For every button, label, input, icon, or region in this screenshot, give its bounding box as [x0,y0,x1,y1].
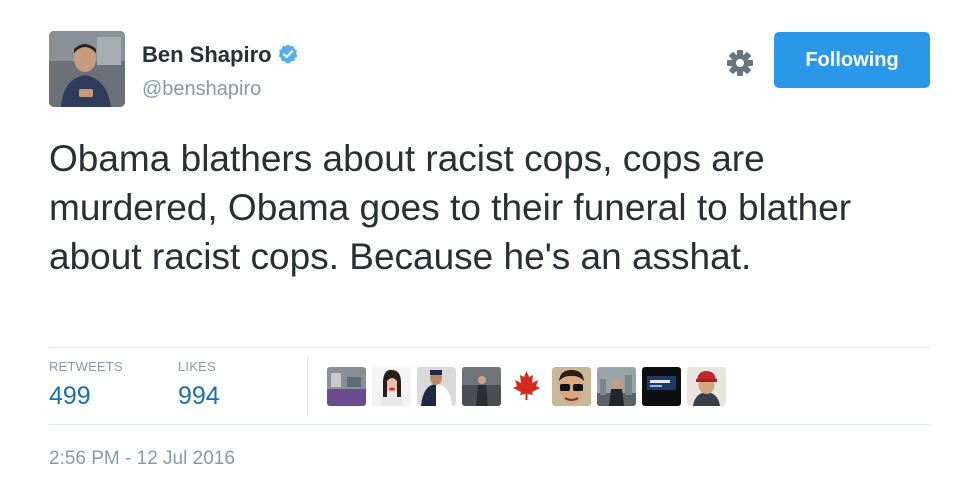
verified-badge-icon [278,44,298,64]
liker-avatar-image [597,367,636,406]
author-avatar-image [49,31,125,107]
liker-avatar[interactable] [462,367,501,406]
author-avatar[interactable] [49,31,125,107]
retweets-count: 499 [49,382,91,410]
tweet-timestamp[interactable]: 2:56 PM - 12 Jul 2016 [49,447,235,471]
author-name[interactable]: Ben Shapiro [142,41,299,69]
retweets-label: RETWEETS [49,359,123,374]
liker-avatar-image [642,367,681,406]
gear-icon[interactable] [724,47,756,79]
author-handle[interactable]: @benshapiro [142,76,261,102]
following-button[interactable]: Following [774,32,930,88]
likes-count: 994 [178,382,220,410]
tweet-text: Obama blathers about racist cops, cops a… [49,138,852,277]
retweets-stat[interactable]: RETWEETS 499 [49,358,123,412]
liker-avatar[interactable] [552,367,591,406]
liker-avatar-image [462,367,501,406]
likers-avatars [327,367,726,406]
stats-divider-top [49,347,930,348]
likes-label: LIKES [178,359,216,374]
liker-avatar[interactable] [642,367,681,406]
liker-avatar-image [552,367,591,406]
liker-avatar[interactable] [327,367,366,406]
liker-avatar-image [372,367,411,406]
liker-avatar-image [687,367,726,406]
stats-separator [307,355,308,417]
stats-divider-bottom [49,424,930,425]
liker-avatar[interactable] [597,367,636,406]
liker-avatar[interactable] [372,367,411,406]
liker-avatar[interactable] [417,367,456,406]
likes-stat[interactable]: LIKES 994 [178,358,220,412]
liker-avatar-image [507,367,546,406]
liker-avatar[interactable] [507,367,546,406]
author-name-text: Ben Shapiro [142,42,272,67]
liker-avatar-image [417,367,456,406]
liker-avatar[interactable] [687,367,726,406]
liker-avatar-image [327,367,366,406]
